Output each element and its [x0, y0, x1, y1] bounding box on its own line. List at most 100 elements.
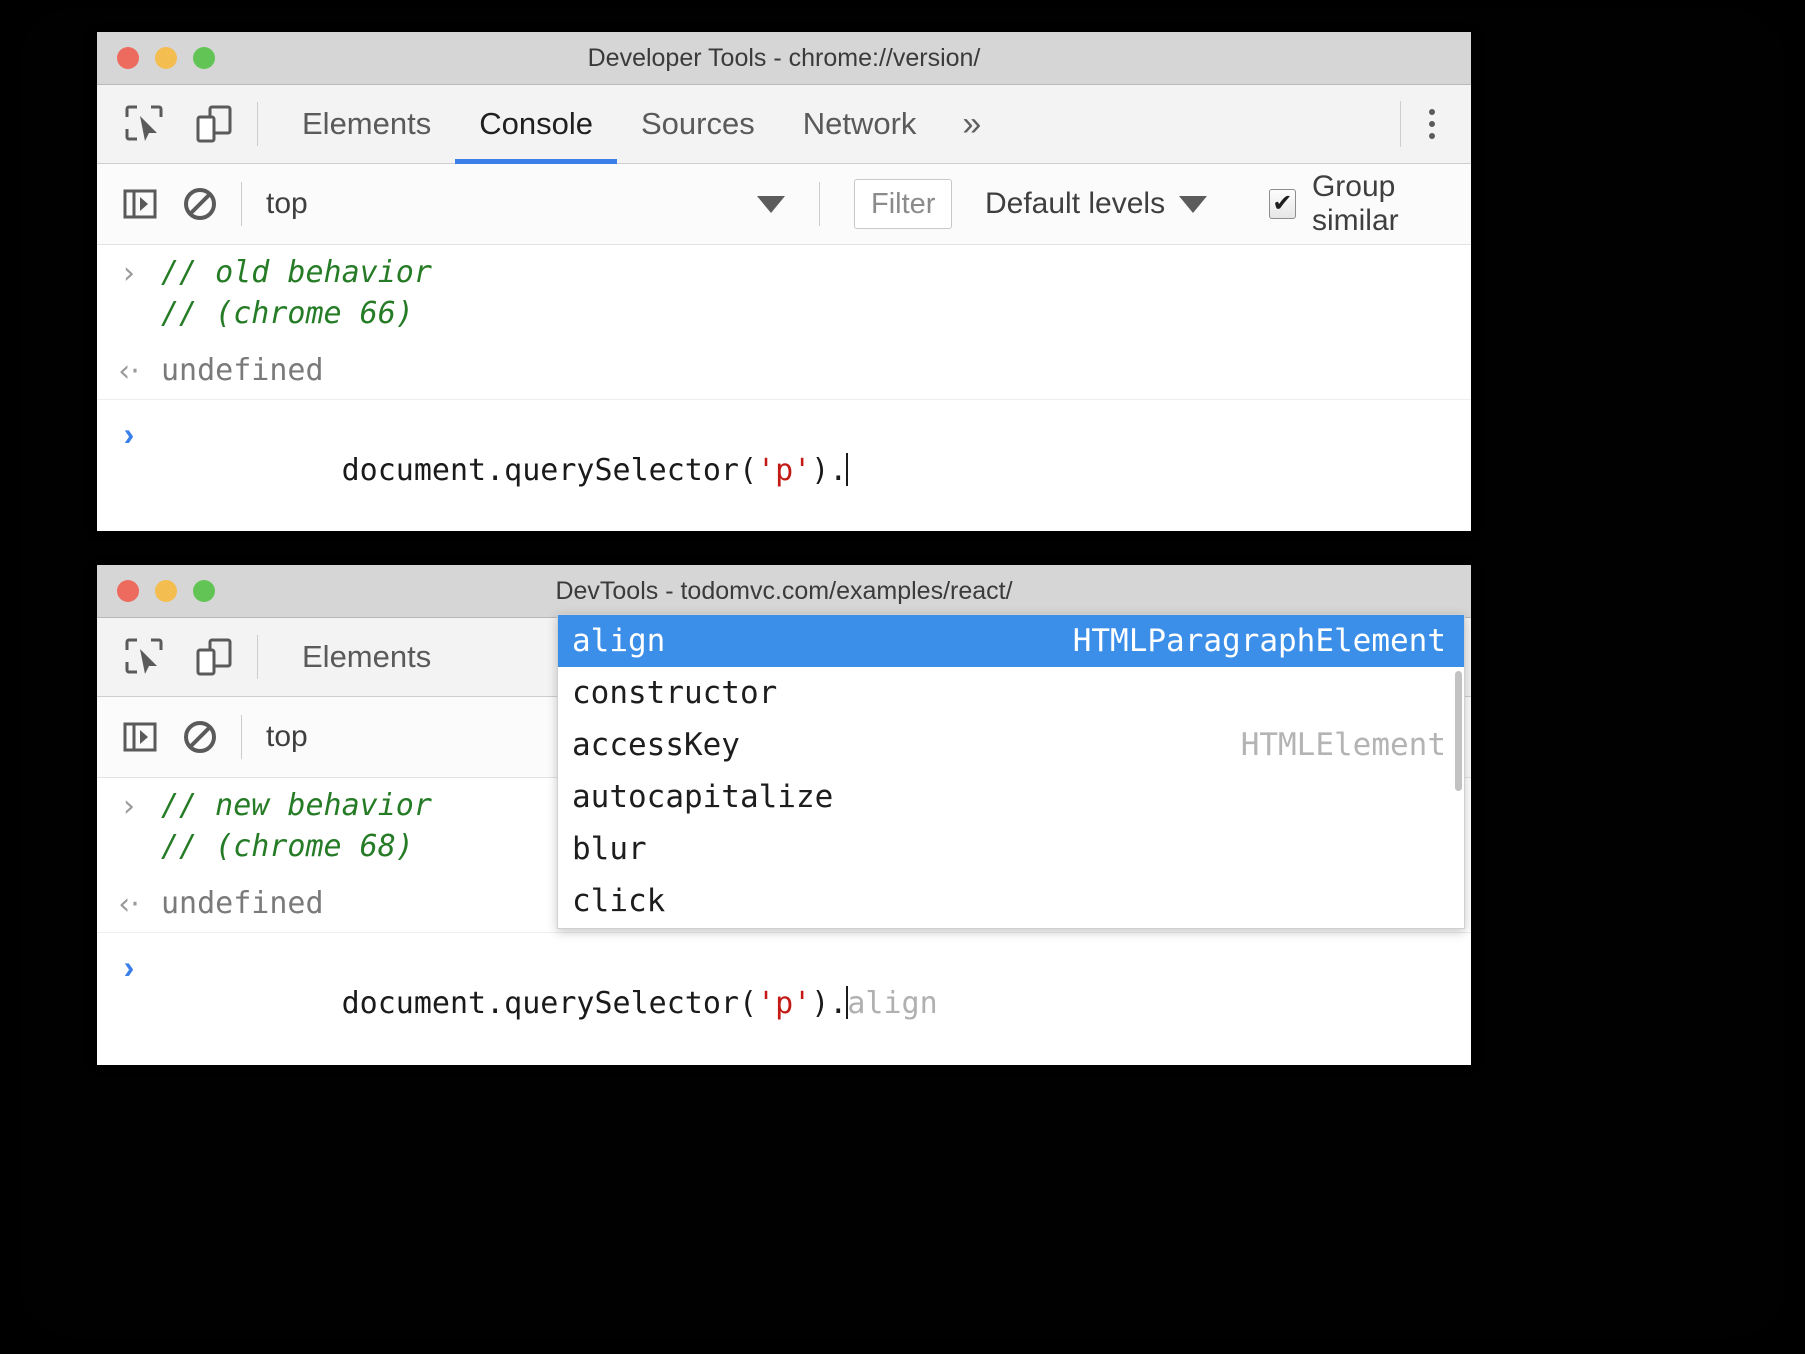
prompt-text[interactable]: document.querySelector('p').align: [161, 943, 938, 1065]
autocomplete-item[interactable]: click: [558, 875, 1464, 927]
tab-network[interactable]: Network: [779, 85, 941, 163]
tab-sources[interactable]: Sources: [617, 85, 779, 163]
output-arrow-icon: ‹·: [118, 357, 140, 387]
window-titlebar[interactable]: Developer Tools - chrome://version/: [97, 32, 1471, 85]
tab-label: Network: [803, 106, 917, 142]
device-toolbar-icon[interactable]: [191, 634, 237, 680]
log-level-label: Default levels: [985, 187, 1165, 221]
inspect-element-icon[interactable]: [121, 101, 167, 147]
prompt-ghost-completion: align: [847, 986, 937, 1021]
tab-elements[interactable]: Elements: [278, 618, 455, 696]
autocomplete-item[interactable]: autocapitalize: [558, 771, 1464, 823]
devtools-menu-icon[interactable]: [1429, 109, 1435, 139]
window-title: DevTools - todomvc.com/examples/react/: [97, 577, 1471, 606]
autocomplete-item-name: blur: [572, 831, 647, 867]
window-title: Developer Tools - chrome://version/: [97, 44, 1471, 73]
inspect-element-icon[interactable]: [121, 634, 167, 680]
group-similar-checkbox[interactable]: ✔: [1269, 189, 1296, 219]
tab-label: Console: [479, 106, 593, 142]
maximize-window-button[interactable]: [193, 47, 215, 69]
prompt-arrow-icon: ›: [124, 416, 135, 453]
autocomplete-item-name: accessKey: [572, 727, 740, 763]
minimize-window-button[interactable]: [155, 580, 177, 602]
console-message-list: › // old behavior // (chrome 66) ‹· unde…: [97, 245, 1471, 531]
autocomplete-item[interactable]: constructor: [558, 667, 1464, 719]
prompt-gutter: ›: [97, 943, 161, 986]
prompt-code-after: ).: [811, 453, 847, 488]
text-cursor: [846, 453, 848, 486]
message-line: undefined: [161, 884, 324, 925]
minimize-window-button[interactable]: [155, 47, 177, 69]
input-arrow-icon: ›: [123, 259, 135, 289]
close-window-button[interactable]: [117, 47, 139, 69]
filter-placeholder: Filter: [854, 179, 952, 229]
device-toolbar-icon[interactable]: [191, 101, 237, 147]
traffic-lights[interactable]: [117, 580, 215, 602]
panel-tabs: Elements: [278, 618, 455, 696]
right-tools-divider: [1400, 101, 1401, 147]
console-input-message: › // old behavior // (chrome 66): [97, 245, 1471, 343]
autocomplete-scrollbar[interactable]: [1455, 671, 1462, 791]
execution-context-selector[interactable]: top: [260, 720, 308, 754]
console-sidebar-icon[interactable]: [117, 181, 163, 227]
tab-label: Sources: [641, 106, 755, 142]
tab-console[interactable]: Console: [455, 85, 617, 163]
filterbar-divider-1: [241, 182, 242, 226]
screenshot-root: Developer Tools - chrome://version/: [0, 0, 1805, 1354]
prompt-code-before: document.querySelector(: [342, 986, 757, 1021]
prompt-code-string: 'p': [757, 986, 811, 1021]
group-similar-toggle[interactable]: ✔ Group similar: [1269, 170, 1471, 238]
prompt-text[interactable]: document.querySelector('p').: [161, 410, 847, 532]
console-filter-toolbar: top Filter Default levels ✔ Group simila…: [97, 164, 1471, 245]
traffic-lights[interactable]: [117, 47, 215, 69]
log-level-dropdown[interactable]: Default levels: [985, 187, 1207, 221]
autocomplete-item-origin: HTMLElement: [1241, 727, 1446, 763]
autocomplete-item-name: click: [572, 883, 665, 919]
group-similar-label: Group similar: [1312, 170, 1471, 238]
maximize-window-button[interactable]: [193, 580, 215, 602]
message-line: // (chrome 68): [161, 827, 432, 868]
more-tabs-icon[interactable]: »: [940, 107, 1003, 141]
prompt-arrow-icon: ›: [124, 949, 135, 986]
prompt-code-after: ).: [811, 986, 847, 1021]
console-output-message: ‹· undefined: [97, 343, 1471, 401]
execution-context-caret-icon[interactable]: [757, 196, 785, 213]
message-gutter: ‹·: [97, 884, 161, 920]
log-level-caret-icon: [1179, 196, 1207, 213]
devtools-window-chrome-version: Developer Tools - chrome://version/: [97, 32, 1471, 528]
autocomplete-item[interactable]: align HTMLParagraphElement: [558, 615, 1464, 667]
filterbar-divider-1: [241, 715, 242, 759]
message-line: // old behavior: [161, 253, 432, 294]
clear-console-icon[interactable]: [177, 714, 223, 760]
execution-context-label: top: [266, 187, 308, 221]
console-prompt[interactable]: › document.querySelector('p').align: [97, 933, 1471, 1079]
clear-console-icon[interactable]: [177, 181, 223, 227]
window-titlebar[interactable]: DevTools - todomvc.com/examples/react/: [97, 565, 1471, 618]
tab-label: Elements: [302, 106, 431, 142]
message-gutter: ›: [97, 253, 161, 289]
message-line: // new behavior: [161, 786, 432, 827]
autocomplete-item-name: autocapitalize: [572, 779, 833, 815]
console-autocomplete-popup[interactable]: align HTMLParagraphElement constructor a…: [557, 614, 1465, 929]
tabstrip-right-tools: [1400, 85, 1453, 163]
filterbar-divider-2: [819, 182, 820, 226]
console-prompt[interactable]: › document.querySelector('p').: [97, 400, 1471, 546]
devtools-tab-strip: Elements Console Sources Network »: [97, 85, 1471, 164]
autocomplete-item-origin: HTMLParagraphElement: [1073, 623, 1446, 659]
tab-elements[interactable]: Elements: [278, 85, 455, 163]
tab-label: Elements: [302, 639, 431, 675]
panel-tabs: Elements Console Sources Network »: [278, 85, 1003, 163]
input-arrow-icon: ›: [123, 792, 135, 822]
execution-context-selector[interactable]: top: [260, 187, 308, 221]
autocomplete-item-name: constructor: [572, 675, 777, 711]
prompt-gutter: ›: [97, 410, 161, 453]
output-arrow-icon: ‹·: [118, 890, 140, 920]
execution-context-label: top: [266, 720, 308, 754]
autocomplete-item[interactable]: accessKey HTMLElement: [558, 719, 1464, 771]
autocomplete-item[interactable]: blur: [558, 823, 1464, 875]
close-window-button[interactable]: [117, 580, 139, 602]
console-sidebar-icon[interactable]: [117, 714, 163, 760]
prompt-code-string: 'p': [757, 453, 811, 488]
autocomplete-item-name: align: [572, 623, 665, 659]
console-filter-input[interactable]: Filter: [854, 179, 952, 229]
